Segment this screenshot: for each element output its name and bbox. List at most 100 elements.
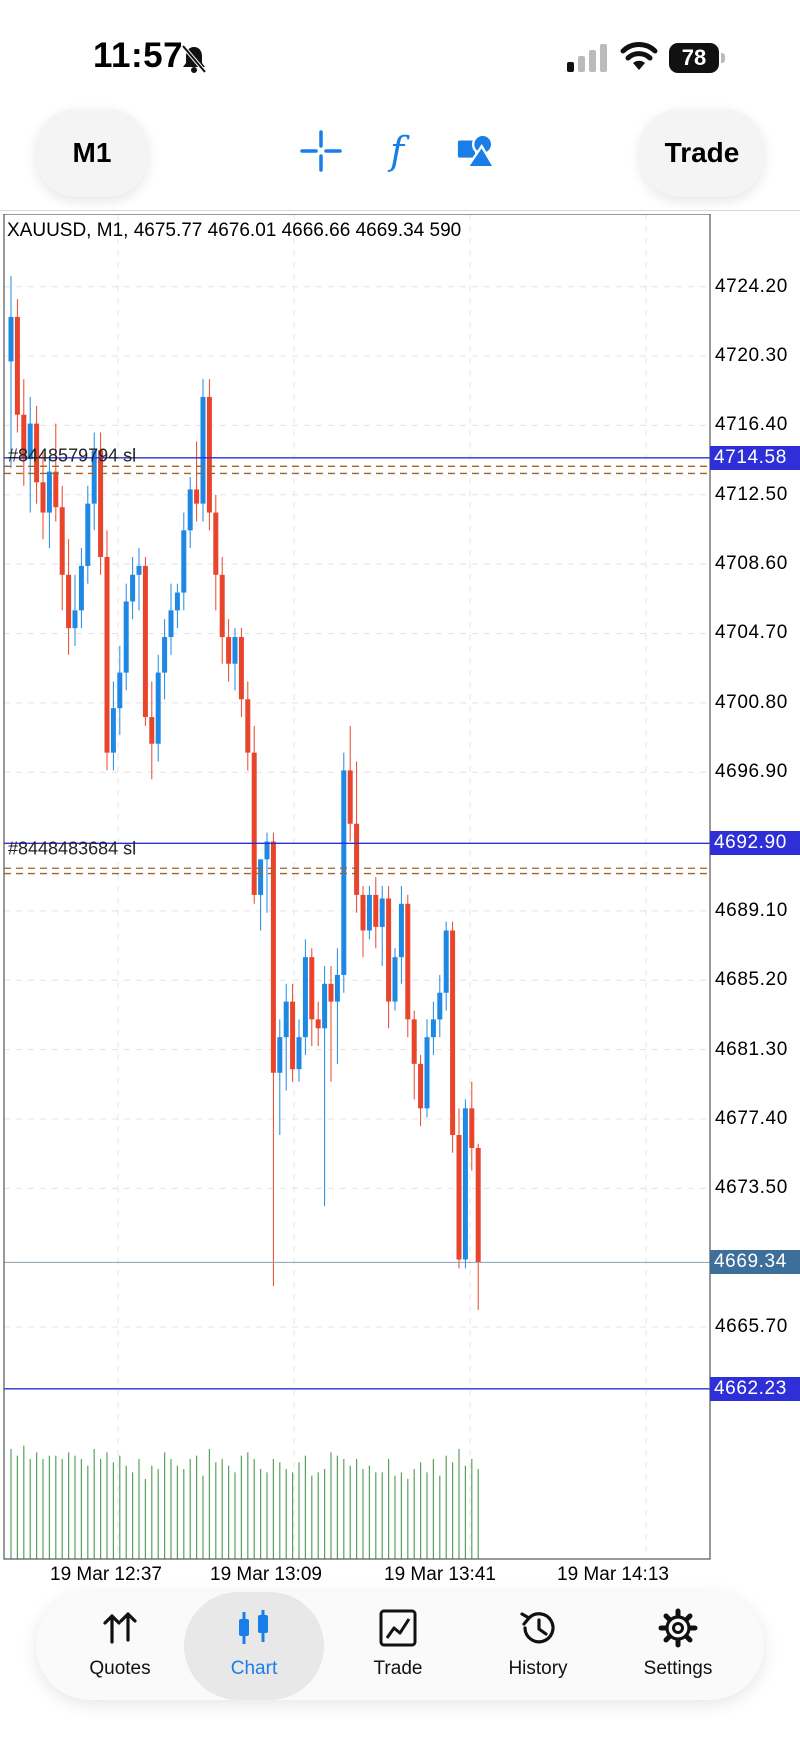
candle <box>405 894 411 1038</box>
candle <box>238 628 244 718</box>
function-icon[interactable]: f <box>376 130 418 172</box>
candle-body <box>322 983 328 1029</box>
price-tick: 4716.40 <box>715 414 788 436</box>
candle <box>245 681 251 771</box>
candle-body <box>424 1037 430 1109</box>
candle-body <box>104 557 110 753</box>
candle-body <box>206 396 212 513</box>
candle-body <box>142 565 148 718</box>
candle <box>462 1099 468 1269</box>
price-tick: 4685.20 <box>715 969 788 991</box>
candle-body <box>251 752 257 895</box>
candle-body <box>366 894 372 931</box>
candle <box>437 974 443 1038</box>
price-tick: 4720.30 <box>715 345 788 367</box>
price-chart[interactable]: XAUUSD, M1, 4675.77 4676.01 4666.66 4669… <box>0 214 800 1585</box>
candle-body <box>283 1001 289 1038</box>
candle-body <box>162 637 168 673</box>
candle-body <box>123 601 129 673</box>
candle <box>53 423 59 522</box>
candle-body <box>200 396 206 504</box>
candle <box>66 539 72 655</box>
status-time: 11:57 <box>93 36 184 75</box>
candle-body <box>334 974 340 1002</box>
price-tick: 4712.50 <box>715 483 788 505</box>
candle <box>72 574 78 646</box>
candle <box>341 752 347 993</box>
battery-level: 78 <box>669 43 719 73</box>
nav-label: Chart <box>230 1658 278 1679</box>
candle <box>475 1143 481 1310</box>
candle <box>194 441 200 522</box>
candle-body <box>130 574 136 602</box>
nav-label: Quotes <box>89 1658 151 1679</box>
nav-trade[interactable]: Trade <box>328 1592 468 1700</box>
price-tick: 4700.80 <box>715 691 788 713</box>
candle <box>347 725 353 842</box>
candle <box>379 886 385 967</box>
candle-body <box>149 717 155 744</box>
candle <box>149 681 155 780</box>
candle-body <box>373 894 379 927</box>
order-label-top[interactable]: #8448579794 sl <box>8 445 136 466</box>
trade-button[interactable]: Trade <box>640 109 764 197</box>
candle-body <box>264 841 270 860</box>
candle <box>213 494 219 611</box>
nav-settings[interactable]: Settings <box>608 1592 748 1700</box>
time-tick: 19 Mar 12:37 <box>50 1564 162 1585</box>
candle-body <box>411 1019 417 1064</box>
candle <box>334 948 340 1064</box>
candle <box>264 832 270 913</box>
candle <box>283 983 289 1091</box>
chart-canvas[interactable] <box>0 214 800 1584</box>
bottom-navigation: Quotes Chart Trade History Settings <box>36 1592 764 1700</box>
candle-body <box>398 903 404 958</box>
candle <box>373 877 379 949</box>
order-price-tag: 4662.23 <box>710 1376 800 1401</box>
price-tick: 4689.10 <box>715 899 788 921</box>
candle-body <box>405 903 411 1020</box>
candle <box>443 921 449 1011</box>
candle-body <box>72 610 78 629</box>
candle <box>104 530 110 771</box>
objects-icon[interactable] <box>456 130 496 172</box>
candle-body <box>469 1108 475 1148</box>
candle <box>21 379 27 486</box>
candle-body <box>213 512 219 575</box>
time-tick: 19 Mar 13:09 <box>210 1564 322 1585</box>
candle <box>302 939 308 1055</box>
nav-quotes[interactable]: Quotes <box>50 1592 190 1700</box>
order-label-mid[interactable]: #8448483684 sl <box>8 839 136 860</box>
nav-label: Trade <box>373 1658 423 1679</box>
candle <box>46 459 52 549</box>
candlestick-chart-icon <box>239 1610 268 1644</box>
candle <box>392 948 398 1011</box>
order-price-tag: 4692.90 <box>710 831 800 856</box>
timeframe-button[interactable]: M1 <box>36 109 148 197</box>
candle-body <box>117 672 123 709</box>
candle-body <box>290 1001 296 1070</box>
price-tick: 4673.50 <box>715 1177 788 1199</box>
candle-body <box>379 898 385 927</box>
nav-label: Settings <box>643 1658 713 1679</box>
candle-body <box>53 471 59 508</box>
candle-body <box>456 1134 462 1260</box>
candle <box>315 1001 321 1047</box>
candle-body <box>66 574 72 629</box>
cellular-signal-icon <box>567 44 607 72</box>
nav-chart[interactable]: Chart <box>184 1592 324 1700</box>
candle <box>123 583 129 691</box>
trade-chart-icon <box>379 1609 417 1647</box>
wifi-icon <box>620 42 658 70</box>
candle-body <box>136 565 142 575</box>
candle <box>322 966 328 1207</box>
candle-body <box>187 489 193 531</box>
candle-body <box>475 1147 481 1263</box>
candle <box>8 276 14 469</box>
crosshair-icon[interactable] <box>300 130 342 172</box>
nav-history[interactable]: History <box>468 1592 608 1700</box>
candle <box>78 548 84 629</box>
volume-bars <box>10 1445 479 1559</box>
current-price-tag: 4669.34 <box>710 1250 800 1275</box>
price-tick: 4704.70 <box>715 622 788 644</box>
